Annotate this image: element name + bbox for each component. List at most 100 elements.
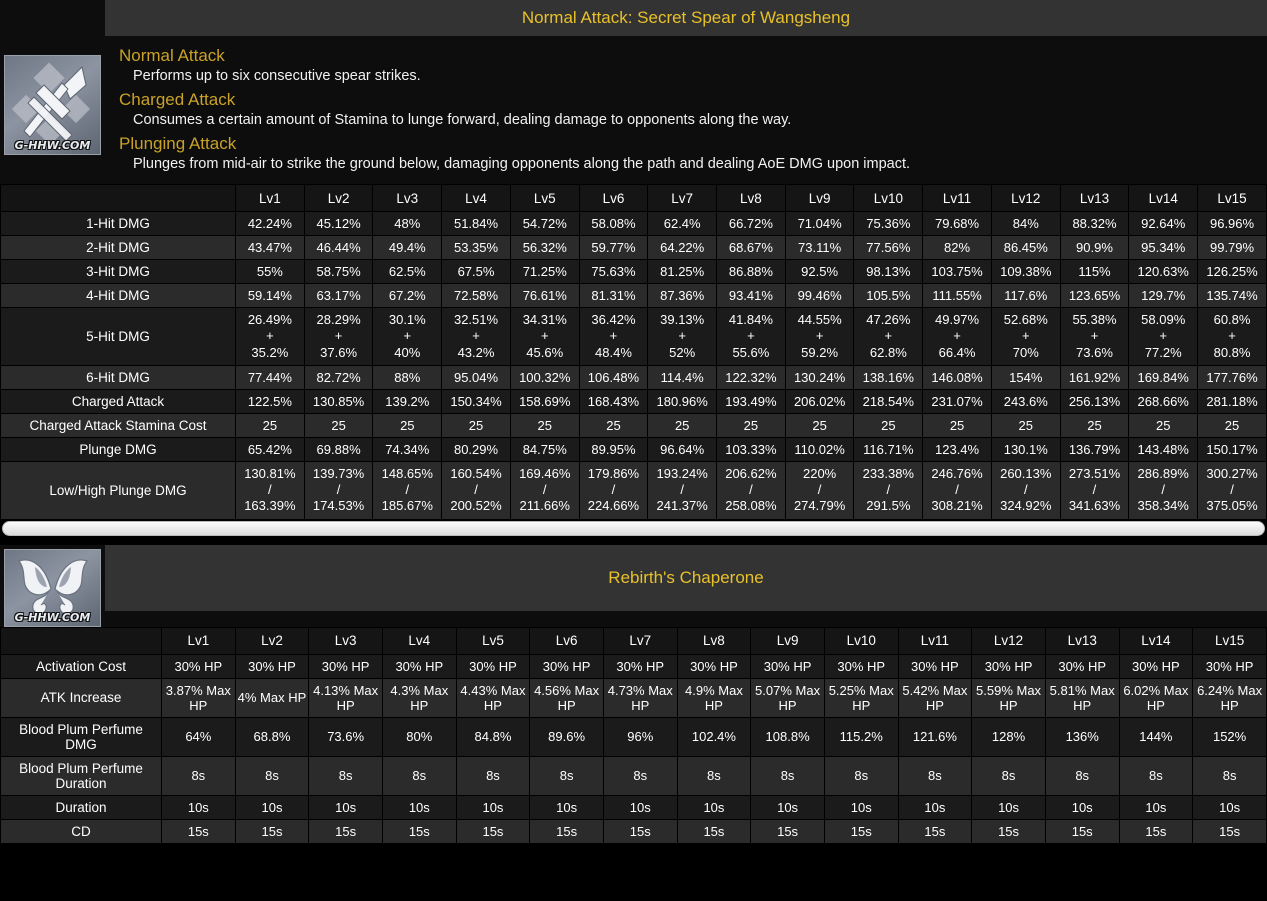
table-cell: 84% bbox=[990, 211, 1061, 236]
column-header-lv12: Lv12 bbox=[990, 184, 1061, 212]
table-cell: 117.6% bbox=[990, 283, 1061, 308]
table-cell: 34.31% + 45.6% bbox=[509, 307, 580, 366]
table-cell: 49.4% bbox=[372, 235, 443, 260]
table-cell: 93.41% bbox=[716, 283, 786, 308]
table-cell: 44.55% + 59.2% bbox=[784, 307, 855, 366]
table-cell: 99.46% bbox=[784, 283, 855, 308]
table-cell: 30% HP bbox=[161, 653, 236, 679]
table-row: Plunge DMG 65.42% 69.88% 74.34% 80.29% 84.75%… bbox=[0, 436, 1267, 462]
table-cell: 116.71% bbox=[853, 436, 924, 462]
table-cell: 148.65% / 185.67% bbox=[372, 460, 443, 520]
table-row: 4-Hit DMG 59.14% 63.17% 67.2% 72.58% 76.61% 81… bbox=[0, 283, 1267, 308]
table-header-row: Lv1 Lv2 Lv3 Lv4 Lv5 Lv6 Lv7 Lv8 Lv9 Lv10 Lv11 Lv12 L… bbox=[0, 626, 1267, 655]
table-cell: 98.13% bbox=[853, 259, 924, 284]
table-cell: 10s bbox=[1118, 794, 1194, 820]
table-cell: 73.11% bbox=[784, 235, 855, 260]
table-cell: 8s bbox=[234, 755, 310, 796]
table-cell: 6.24% Max HP bbox=[1192, 677, 1267, 718]
table-cell: 15s bbox=[602, 818, 678, 844]
weapon-row-label: Blood Plum Perfume DMG bbox=[0, 716, 162, 757]
table-cell: 15s bbox=[161, 818, 236, 844]
column-header-lv1: Lv1 bbox=[161, 626, 236, 655]
table-cell: 59.77% bbox=[578, 235, 649, 260]
table-cell: 6.02% Max HP bbox=[1118, 677, 1194, 718]
table-cell: 8s bbox=[602, 755, 678, 796]
table-cell: 218.54% bbox=[853, 388, 924, 414]
table-cell: 81.25% bbox=[647, 259, 718, 284]
table-cell: 53.35% bbox=[441, 235, 511, 260]
talent-row-label: Plunge DMG bbox=[0, 436, 236, 462]
table-cell: 56.32% bbox=[509, 235, 580, 260]
table-cell: 25 bbox=[990, 412, 1061, 438]
table-cell: 10s bbox=[529, 794, 604, 820]
talent-row-label: Low/High Plunge DMG bbox=[0, 460, 236, 520]
column-header-lv4: Lv4 bbox=[441, 184, 511, 212]
table-cell: 300.27% / 375.05% bbox=[1197, 460, 1267, 520]
table-cell: 139.2% bbox=[372, 388, 443, 414]
table-cell: 144% bbox=[1118, 716, 1194, 757]
table-cell: 25 bbox=[441, 412, 511, 438]
table-cell: 231.07% bbox=[922, 388, 992, 414]
table-cell: 49.97% + 66.4% bbox=[922, 307, 992, 366]
table-cell: 58.08% bbox=[578, 211, 649, 236]
table-cell: 90.9% bbox=[1059, 235, 1130, 260]
table-cell: 15s bbox=[308, 818, 383, 844]
weapon-row-label: Activation Cost bbox=[0, 653, 162, 679]
column-header-lv10: Lv10 bbox=[853, 184, 924, 212]
spear-glyph bbox=[11, 62, 90, 146]
table-cell: 129.7% bbox=[1128, 283, 1199, 308]
table-cell: 67.2% bbox=[372, 283, 443, 308]
table-row: 6-Hit DMG 77.44% 82.72% 88% 95.04% 100.32% 106… bbox=[0, 364, 1267, 390]
section-divider bbox=[0, 536, 1267, 545]
table-cell: 73.6% bbox=[308, 716, 383, 757]
table-cell: 58.09% + 77.2% bbox=[1128, 307, 1199, 366]
butterfly-wings-icon: G-HHW.COM bbox=[4, 548, 101, 627]
table-cell: 169.46% / 211.66% bbox=[509, 460, 580, 520]
table-cell: 168.43% bbox=[578, 388, 649, 414]
column-header-lv13: Lv13 bbox=[1044, 626, 1120, 655]
table-cell: 8s bbox=[308, 755, 383, 796]
table-cell: 25 bbox=[578, 412, 649, 438]
table-cell: 100.32% bbox=[509, 364, 580, 390]
table-cell: 25 bbox=[647, 412, 718, 438]
table-cell: 103.33% bbox=[716, 436, 786, 462]
table-cell: 10s bbox=[161, 794, 236, 820]
table-cell: 84.8% bbox=[455, 716, 531, 757]
talent-row-label: 3-Hit DMG bbox=[0, 259, 236, 284]
table-cell: 8s bbox=[1118, 755, 1194, 796]
weapon-panel: G-HHW.COM Rebirth's Chaperone Lv1 Lv2 Lv3 L… bbox=[0, 544, 1267, 844]
weapon-icon-cell: G-HHW.COM bbox=[0, 544, 105, 627]
table-cell: 106.48% bbox=[578, 364, 649, 390]
table-cell: 25 bbox=[853, 412, 924, 438]
table-cell: 10s bbox=[308, 794, 383, 820]
table-cell: 25 bbox=[235, 412, 305, 438]
weapon-subbar bbox=[105, 610, 1267, 627]
column-header-lv2: Lv2 bbox=[234, 626, 310, 655]
table-cell: 256.13% bbox=[1059, 388, 1130, 414]
horizontal-scrollbar[interactable] bbox=[0, 519, 1267, 537]
scrollbar-thumb[interactable] bbox=[2, 520, 1265, 536]
table-cell: 130.1% bbox=[990, 436, 1061, 462]
weapon-row-label: ATK Increase bbox=[0, 677, 162, 718]
table-cell: 51.84% bbox=[441, 211, 511, 236]
talent-row-label: 2-Hit DMG bbox=[0, 235, 236, 260]
table-cell: 10s bbox=[602, 794, 678, 820]
table-cell: 150.34% bbox=[441, 388, 511, 414]
talent-table-body: 1-Hit DMG 42.24% 45.12% 48% 51.84% 54.72% 58.0… bbox=[0, 211, 1267, 520]
table-cell: 47.26% + 62.8% bbox=[853, 307, 924, 366]
table-cell: 55% bbox=[235, 259, 305, 284]
table-cell: 10s bbox=[676, 794, 752, 820]
talent-section-heading: Plunging Attack bbox=[119, 134, 237, 153]
table-cell: 143.48% bbox=[1128, 436, 1199, 462]
table-cell: 8s bbox=[676, 755, 752, 796]
table-cell: 71.25% bbox=[509, 259, 580, 284]
table-cell: 68.8% bbox=[234, 716, 310, 757]
table-cell: 32.51% + 43.2% bbox=[441, 307, 511, 366]
table-cell: 30% HP bbox=[1044, 653, 1120, 679]
table-cell: 25 bbox=[922, 412, 992, 438]
table-cell: 76.61% bbox=[509, 283, 580, 308]
column-header-lv3: Lv3 bbox=[372, 184, 443, 212]
table-cell: 146.08% bbox=[922, 364, 992, 390]
column-header-lv9: Lv9 bbox=[750, 626, 825, 655]
table-cell: 4.43% Max HP bbox=[455, 677, 531, 718]
